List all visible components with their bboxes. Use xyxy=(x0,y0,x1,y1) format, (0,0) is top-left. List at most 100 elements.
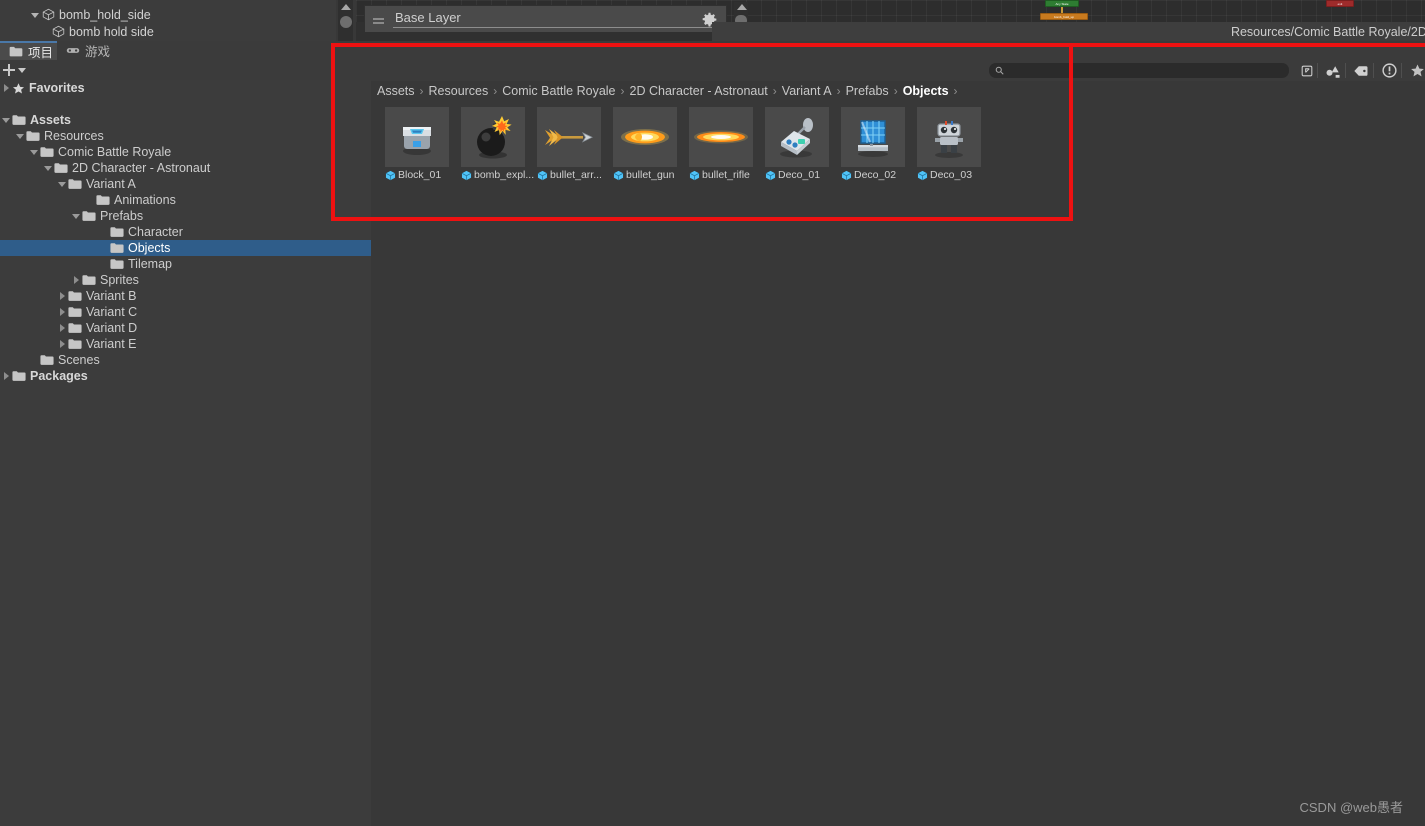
breadcrumb-item-objects[interactable]: Objects xyxy=(903,84,949,98)
tree-item-icon xyxy=(54,162,72,174)
chevron-right-icon[interactable] xyxy=(56,322,68,334)
tree-item-icon xyxy=(68,178,86,190)
scrollbar-thumb[interactable] xyxy=(340,16,352,28)
animator-state-any[interactable]: Any State xyxy=(1045,0,1079,7)
tree-item-character[interactable]: Character xyxy=(0,224,371,240)
folder-icon xyxy=(68,290,82,302)
tree-item-label: Objects xyxy=(128,241,170,255)
search-box[interactable] xyxy=(989,63,1289,78)
asset-thumbnail-solar-panel-icon[interactable] xyxy=(841,107,905,167)
asset-item[interactable]: bullet_gun xyxy=(613,107,677,181)
tree-item-tilemap[interactable]: Tilemap xyxy=(0,256,371,272)
breadcrumb-item-2d-character-astronaut[interactable]: 2D Character - Astronaut xyxy=(630,84,768,98)
tab-game[interactable]: 游戏 xyxy=(57,41,119,60)
asset-grid[interactable]: Block_01 bomb_expl...bullet_arr... bullet_… xyxy=(385,107,981,181)
tree-item-variant-d[interactable]: Variant D xyxy=(0,320,371,336)
annotation-rectangle-top-extension xyxy=(331,43,1425,47)
tree-item-animations[interactable]: Animations xyxy=(0,192,371,208)
scroll-up-icon[interactable] xyxy=(341,4,351,10)
asset-item[interactable]: bullet_rifle xyxy=(689,107,753,181)
breadcrumb-item-resources[interactable]: Resources xyxy=(429,84,489,98)
asset-thumbnail-remote-icon[interactable] xyxy=(765,107,829,167)
tree-item-packages[interactable]: Packages xyxy=(0,368,371,384)
chevron-down-icon[interactable] xyxy=(42,162,54,174)
chevron-right-icon[interactable] xyxy=(0,82,12,94)
filter-by-label-icon[interactable] xyxy=(1348,62,1374,79)
tree-item-2d-character-astronaut[interactable]: 2D Character - Astronaut xyxy=(0,160,371,176)
tree-item-label: Variant E xyxy=(86,337,137,351)
tree-item-variant-e[interactable]: Variant E xyxy=(0,336,371,352)
asset-label-row: Deco_01 xyxy=(765,169,829,181)
asset-label: bullet_gun xyxy=(626,169,674,181)
tree-item-icon xyxy=(68,306,86,318)
breadcrumb-separator-icon: › xyxy=(773,84,777,98)
tree-item-comic-battle-royale[interactable]: Comic Battle Royale xyxy=(0,144,371,160)
breadcrumb-item-variant-a[interactable]: Variant A xyxy=(782,84,832,98)
search-input[interactable] xyxy=(1004,65,1259,77)
chevron-right-icon[interactable] xyxy=(0,370,12,382)
animator-state-current[interactable]: bomb_hold_up xyxy=(1040,13,1088,20)
asset-thumbnail-bomb-icon[interactable] xyxy=(461,107,525,167)
animator-layer-field[interactable]: Base Layer xyxy=(364,5,727,33)
tree-item-sprites[interactable]: Sprites xyxy=(0,272,371,288)
asset-item[interactable]: Block_01 xyxy=(385,107,449,181)
chevron-right-icon[interactable] xyxy=(56,338,68,350)
console-error-icon[interactable] xyxy=(1376,62,1402,79)
animator-status-path: Resources/Comic Battle Royale/2D Charact… xyxy=(712,22,1425,41)
folder-icon xyxy=(68,322,82,334)
create-asset-button[interactable] xyxy=(3,62,31,78)
project-folder-tree[interactable]: Favorites AssetsResourcesComic Battle Roy… xyxy=(0,80,371,384)
breadcrumb-item-comic-battle-royale[interactable]: Comic Battle Royale xyxy=(502,84,615,98)
tree-item-label: Favorites xyxy=(29,81,85,95)
tree-item-assets[interactable]: Assets xyxy=(0,112,371,128)
chevron-right-icon[interactable] xyxy=(70,274,82,286)
chevron-down-icon[interactable] xyxy=(30,9,41,20)
tree-item-icon xyxy=(68,290,86,302)
asset-thumbnail-arrow-icon[interactable] xyxy=(537,107,601,167)
tree-item-scenes[interactable]: Scenes xyxy=(0,352,371,368)
asset-item[interactable]: Deco_03 xyxy=(917,107,981,181)
tree-item-icon xyxy=(12,82,29,95)
folder-icon xyxy=(68,338,82,350)
hierarchy-row[interactable]: bomb_hold_side xyxy=(30,6,366,23)
top-editor-strip: bomb_hold_side bomb hold side Any State … xyxy=(0,0,1425,41)
asset-label: Deco_02 xyxy=(854,169,896,181)
tree-item-favorites[interactable]: Favorites xyxy=(0,80,371,96)
tree-item-variant-b[interactable]: Variant B xyxy=(0,288,371,304)
asset-label: Block_01 xyxy=(398,169,441,181)
tree-item-variant-c[interactable]: Variant C xyxy=(0,304,371,320)
tree-item-resources[interactable]: Resources xyxy=(0,128,371,144)
asset-item[interactable]: Deco_02 xyxy=(841,107,905,181)
tree-item-objects[interactable]: Objects xyxy=(0,240,371,256)
asset-thumbnail-block-icon[interactable] xyxy=(385,107,449,167)
breadcrumb-item-assets[interactable]: Assets xyxy=(377,84,415,98)
chevron-down-icon[interactable] xyxy=(14,130,26,142)
animator-state-exit[interactable]: exit xyxy=(1326,0,1354,7)
chevron-down-icon[interactable] xyxy=(70,210,82,222)
tab-project[interactable]: 项目 xyxy=(0,41,62,60)
tree-item-label: Tilemap xyxy=(128,257,172,271)
drag-handle-icon[interactable] xyxy=(373,18,384,20)
hierarchy-scrollbar[interactable] xyxy=(338,0,353,41)
chevron-right-icon[interactable] xyxy=(56,290,68,302)
chevron-right-icon[interactable] xyxy=(56,306,68,318)
filter-by-type-icon[interactable] xyxy=(1320,62,1346,79)
asset-thumbnail-robot-icon[interactable] xyxy=(917,107,981,167)
asset-item[interactable]: Deco_01 xyxy=(765,107,829,181)
chevron-down-icon[interactable] xyxy=(56,178,68,190)
breadcrumb-item-prefabs[interactable]: Prefabs xyxy=(846,84,889,98)
asset-label-row: bullet_gun xyxy=(613,169,677,181)
tree-item-variant-a[interactable]: Variant A xyxy=(0,176,371,192)
asset-thumbnail-muzzle-wide-icon[interactable] xyxy=(689,107,753,167)
chevron-down-icon[interactable] xyxy=(28,146,40,158)
asset-thumbnail-muzzle-small-icon[interactable] xyxy=(613,107,677,167)
asset-item[interactable]: bullet_arr... xyxy=(537,107,601,181)
tree-item-prefabs[interactable]: Prefabs xyxy=(0,208,371,224)
expand-spacer xyxy=(28,354,40,366)
tree-item-label: Variant D xyxy=(86,321,137,335)
breadcrumb[interactable]: Assets›Resources›Comic Battle Royale›2D … xyxy=(371,81,1425,100)
gear-icon[interactable] xyxy=(1415,62,1425,79)
scroll-up-icon[interactable] xyxy=(737,4,747,10)
chevron-down-icon[interactable] xyxy=(0,114,12,126)
asset-item[interactable]: bomb_expl... xyxy=(461,107,525,181)
